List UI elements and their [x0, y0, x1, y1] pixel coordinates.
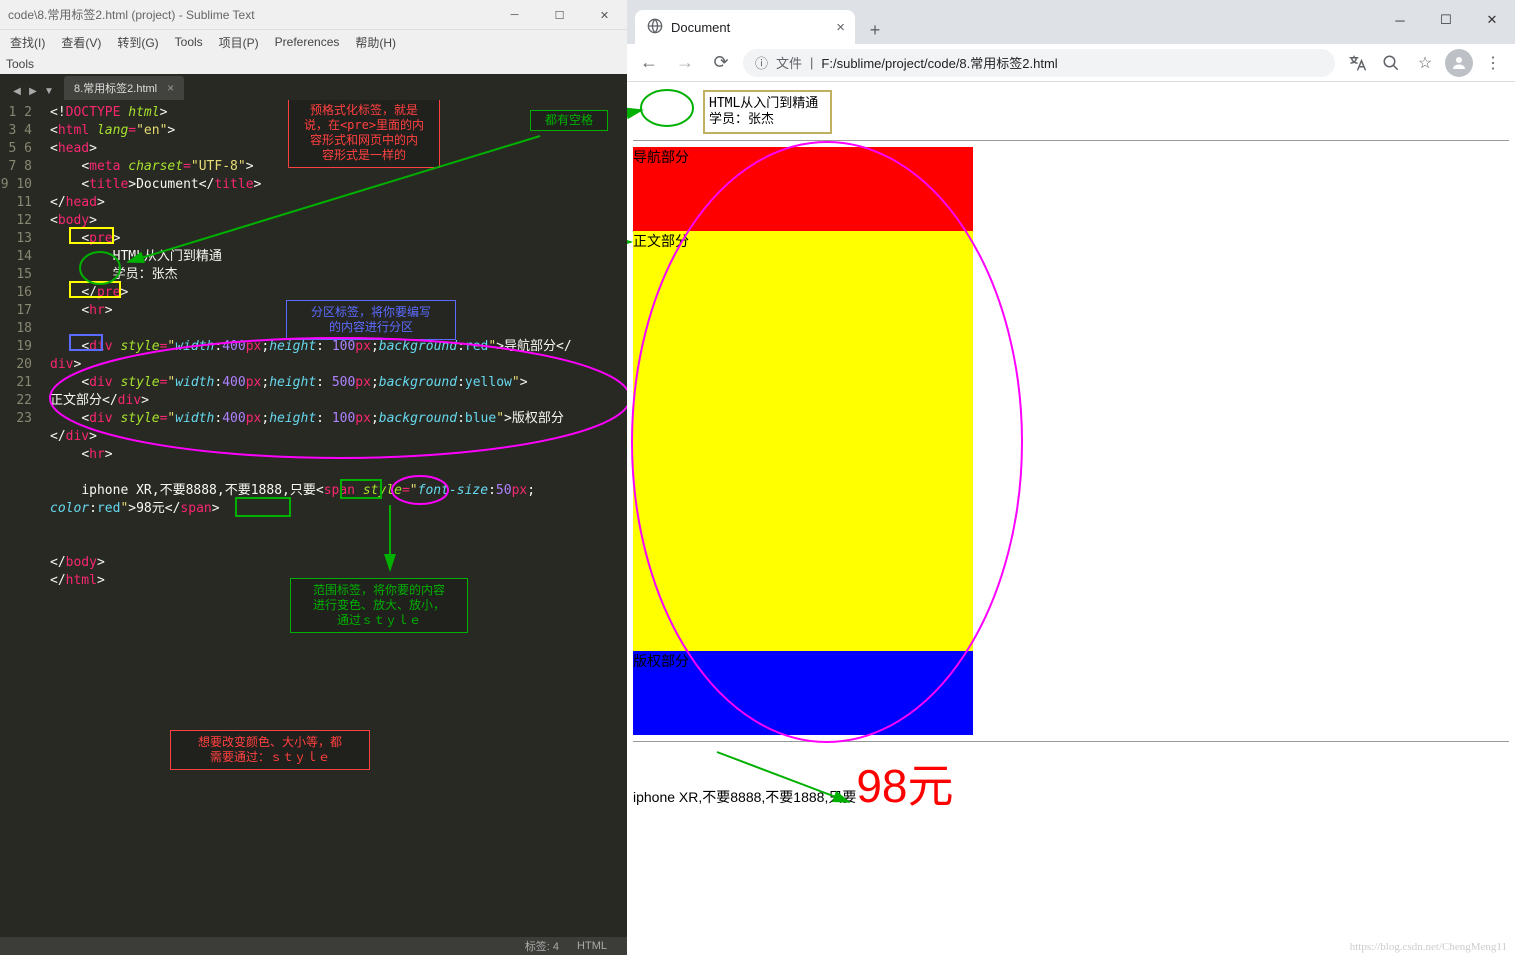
- profile-avatar[interactable]: [1445, 49, 1473, 77]
- forward-button[interactable]: →: [671, 49, 699, 77]
- status-syntax[interactable]: HTML: [577, 940, 607, 952]
- chrome-toolbar: ← → ⟳ ⓘ 文件 | F:/sublime/project/code/8.常…: [627, 44, 1515, 82]
- sublime-window-title: code\8.常用标签2.html (project) - Sublime Te…: [8, 6, 255, 23]
- rendered-foot-div: 版权部分: [633, 651, 973, 735]
- csdn-watermark: https://blog.csdn.net/ChengMeng11: [1350, 941, 1507, 953]
- close-button[interactable]: ✕: [1469, 4, 1515, 36]
- menu-item[interactable]: Preferences: [269, 33, 346, 51]
- address-bar[interactable]: ⓘ 文件 | F:/sublime/project/code/8.常用标签2.h…: [743, 49, 1335, 77]
- new-tab-button[interactable]: +: [861, 16, 889, 44]
- close-button[interactable]: ✕: [582, 0, 627, 30]
- minimize-button[interactable]: ─: [1377, 4, 1423, 36]
- annotation-blue-mid: 分区标签，将你要编写 的内容进行分区: [286, 300, 456, 340]
- rendered-hr-2: [633, 741, 1509, 742]
- url-path: F:/sublime/project/code/8.常用标签2.html: [821, 53, 1057, 72]
- sublime-statusbar: 标签: 4 HTML: [0, 937, 627, 955]
- rendered-iphone-line: iphone XR,不要8888,不要1888,只要98元: [633, 750, 1509, 816]
- sublime-window: code\8.常用标签2.html (project) - Sublime Te…: [0, 0, 627, 955]
- annotation-red-low: 想要改变颜色、大小等，都 需要通过：ｓｔｙｌｅ: [170, 730, 370, 770]
- minimize-button[interactable]: ─: [492, 0, 537, 30]
- highlight-span-close: [235, 497, 291, 517]
- rendered-pre: HTML从入门到精通 学员：张杰: [703, 90, 832, 134]
- price-span: 98元: [856, 760, 953, 812]
- url-prefix: 文件: [776, 53, 802, 72]
- menu-item[interactable]: 帮助(H): [349, 32, 402, 53]
- browser-tab-title: Document: [671, 20, 730, 35]
- chrome-window: Document × + ─ ☐ ✕ ← → ⟳ ⓘ 文件 | F:/sub: [627, 0, 1515, 955]
- reload-button[interactable]: ⟳: [707, 49, 735, 77]
- translate-icon[interactable]: [1343, 49, 1371, 77]
- menu-icon[interactable]: ⋮: [1479, 49, 1507, 77]
- menu-item[interactable]: 项目(P): [213, 32, 265, 53]
- globe-icon: [647, 18, 663, 37]
- annotation-green-small-label: 都有空格: [530, 110, 608, 131]
- tab-nav-fwd-icon[interactable]: ▶: [26, 86, 40, 100]
- browser-tab[interactable]: Document ×: [635, 10, 855, 44]
- chrome-tabbar: Document × + ─ ☐ ✕: [627, 8, 1515, 44]
- status-tabsize[interactable]: 标签: 4: [525, 938, 559, 954]
- back-button[interactable]: ←: [635, 49, 663, 77]
- editor-tab[interactable]: 8.常用标签2.html ×: [64, 76, 184, 100]
- tab-close-icon[interactable]: ×: [836, 19, 845, 36]
- maximize-button[interactable]: ☐: [537, 0, 582, 30]
- editor-area[interactable]: 1 2 3 4 5 6 7 8 9 10 11 12 13 14 15 16 1…: [0, 100, 627, 937]
- annotation-red-top: 预格式化标签，就是 说，在<pre>里面的内 容形式和网页中的内 容形式是一样的: [288, 100, 440, 168]
- rendered-nav-div: 导航部分: [633, 147, 973, 231]
- search-icon[interactable]: [1377, 49, 1405, 77]
- menu-item[interactable]: 转到(G): [111, 32, 164, 53]
- line-number-gutter: 1 2 3 4 5 6 7 8 9 10 11 12 13 14 15 16 1…: [0, 100, 40, 937]
- highlight-pre-open: [69, 227, 114, 244]
- menu-item[interactable]: Tools: [169, 33, 209, 51]
- rendered-hr-1: [633, 140, 1509, 141]
- sublime-menubar: 查找(I) 查看(V) 转到(G) Tools 项目(P) Preference…: [0, 30, 627, 54]
- browser-viewport[interactable]: HTML从入门到精通 学员：张杰 导航部分 正文部分 版权部分 iphone X…: [627, 82, 1515, 955]
- highlight-pre-close: [69, 281, 121, 298]
- sublime-toolbar: Tools: [0, 54, 627, 74]
- tab-nav-down-icon[interactable]: ▼: [42, 86, 56, 100]
- bookmark-icon[interactable]: ☆: [1411, 49, 1439, 77]
- toolbar-label[interactable]: Tools: [6, 57, 34, 71]
- maximize-button[interactable]: ☐: [1423, 4, 1469, 36]
- highlight-div: [69, 334, 103, 351]
- iphone-text: iphone XR,不要8888,不要1888,只要: [633, 789, 856, 805]
- info-icon: ⓘ: [755, 53, 768, 72]
- menu-item[interactable]: 查看(V): [55, 32, 107, 53]
- rendered-main-div: 正文部分: [633, 231, 973, 651]
- editor-tab-label: 8.常用标签2.html: [74, 80, 157, 96]
- menu-item[interactable]: 查找(I): [4, 32, 51, 53]
- tab-nav-back-icon[interactable]: ◀: [10, 86, 24, 100]
- code-content[interactable]: <!DOCTYPE html> <html lang="en"> <head> …: [40, 100, 627, 937]
- sublime-tabbar: ◀ ▶ ▼ 8.常用标签2.html ×: [0, 74, 627, 100]
- annotation-green-low: 范围标签，将你要的内容 进行变色、放大、放小， 通过ｓｔｙｌｅ: [290, 578, 468, 633]
- sublime-titlebar: code\8.常用标签2.html (project) - Sublime Te…: [0, 0, 627, 30]
- highlight-span-open: [340, 479, 382, 499]
- tab-close-icon[interactable]: ×: [167, 81, 174, 95]
